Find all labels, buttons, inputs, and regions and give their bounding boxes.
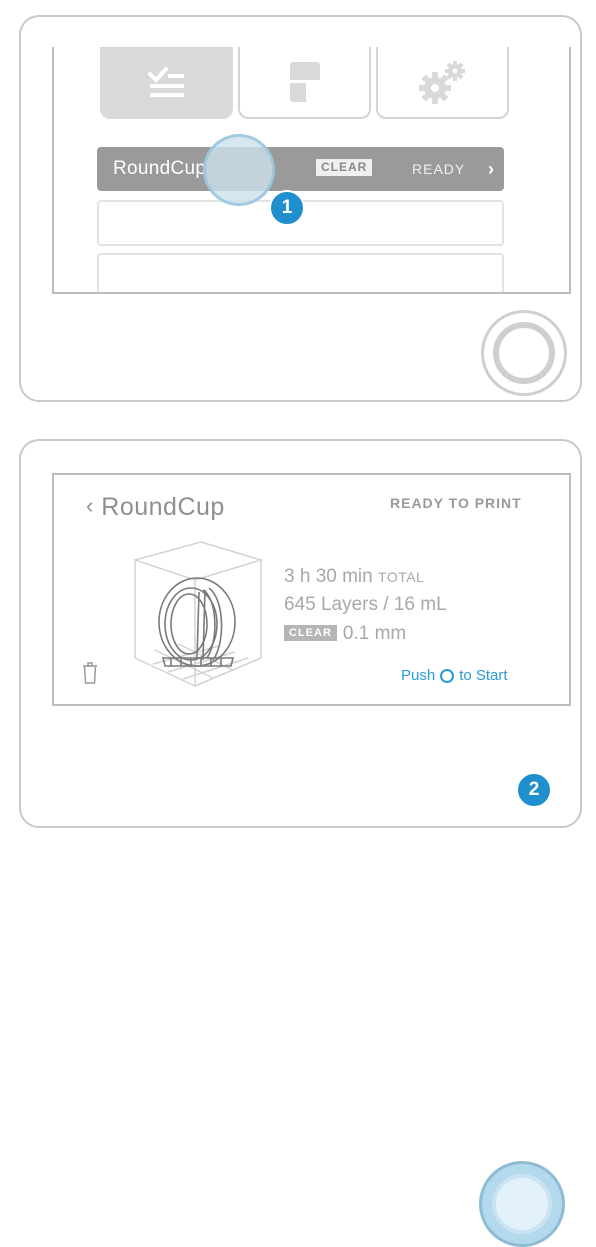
print-preview-3d-model xyxy=(133,541,263,687)
material-badge: CLEAR xyxy=(316,159,373,176)
physical-start-button-pressed[interactable] xyxy=(479,1161,565,1247)
button-ring-icon xyxy=(440,668,455,683)
tap-indicator xyxy=(203,134,275,206)
push-prefix: Push xyxy=(401,667,436,684)
tab-job-list[interactable] xyxy=(100,47,233,119)
step-number-badge: 1 xyxy=(269,190,305,226)
push-to-start-hint: Push to Start xyxy=(401,667,508,684)
step-number-badge: 2 xyxy=(516,772,552,808)
print-time-value: 3 h 30 min xyxy=(284,566,373,587)
chevron-left-icon: ‹ xyxy=(86,493,94,518)
material-chip: CLEAR xyxy=(284,625,337,641)
button-ring-icon xyxy=(493,322,555,384)
trash-icon[interactable] xyxy=(82,662,98,684)
resin-tank-icon xyxy=(289,62,320,102)
settings-gears-icon xyxy=(418,61,465,104)
back-to-job-list-button[interactable]: ‹ RoundCup xyxy=(86,493,225,522)
job-row-roundcup[interactable]: RoundCup CLEAR READY › xyxy=(97,147,504,191)
job-title: RoundCup xyxy=(101,493,225,521)
material-resolution: CLEAR 0.1 mm xyxy=(284,623,406,645)
physical-start-button[interactable] xyxy=(481,310,567,396)
tab-resin-tank[interactable] xyxy=(238,47,371,119)
job-row-empty[interactable] xyxy=(97,253,504,292)
print-time-suffix: TOTAL xyxy=(378,569,425,585)
layers-volume: 645 Layers / 16 mL xyxy=(284,594,447,615)
job-name: RoundCup xyxy=(113,158,207,179)
touchscreen-job-list: RoundCup CLEAR READY › xyxy=(52,47,571,294)
print-status: READY TO PRINT xyxy=(390,495,522,511)
layer-thickness: 0.1 mm xyxy=(342,623,407,644)
job-list-icon xyxy=(147,67,184,97)
button-ring-icon xyxy=(492,1174,552,1234)
chevron-right-icon: › xyxy=(488,158,494,179)
print-time: 3 h 30 min TOTAL xyxy=(284,566,424,588)
job-status: READY xyxy=(412,161,466,177)
tab-settings[interactable] xyxy=(376,47,509,119)
push-suffix: to Start xyxy=(459,667,508,684)
